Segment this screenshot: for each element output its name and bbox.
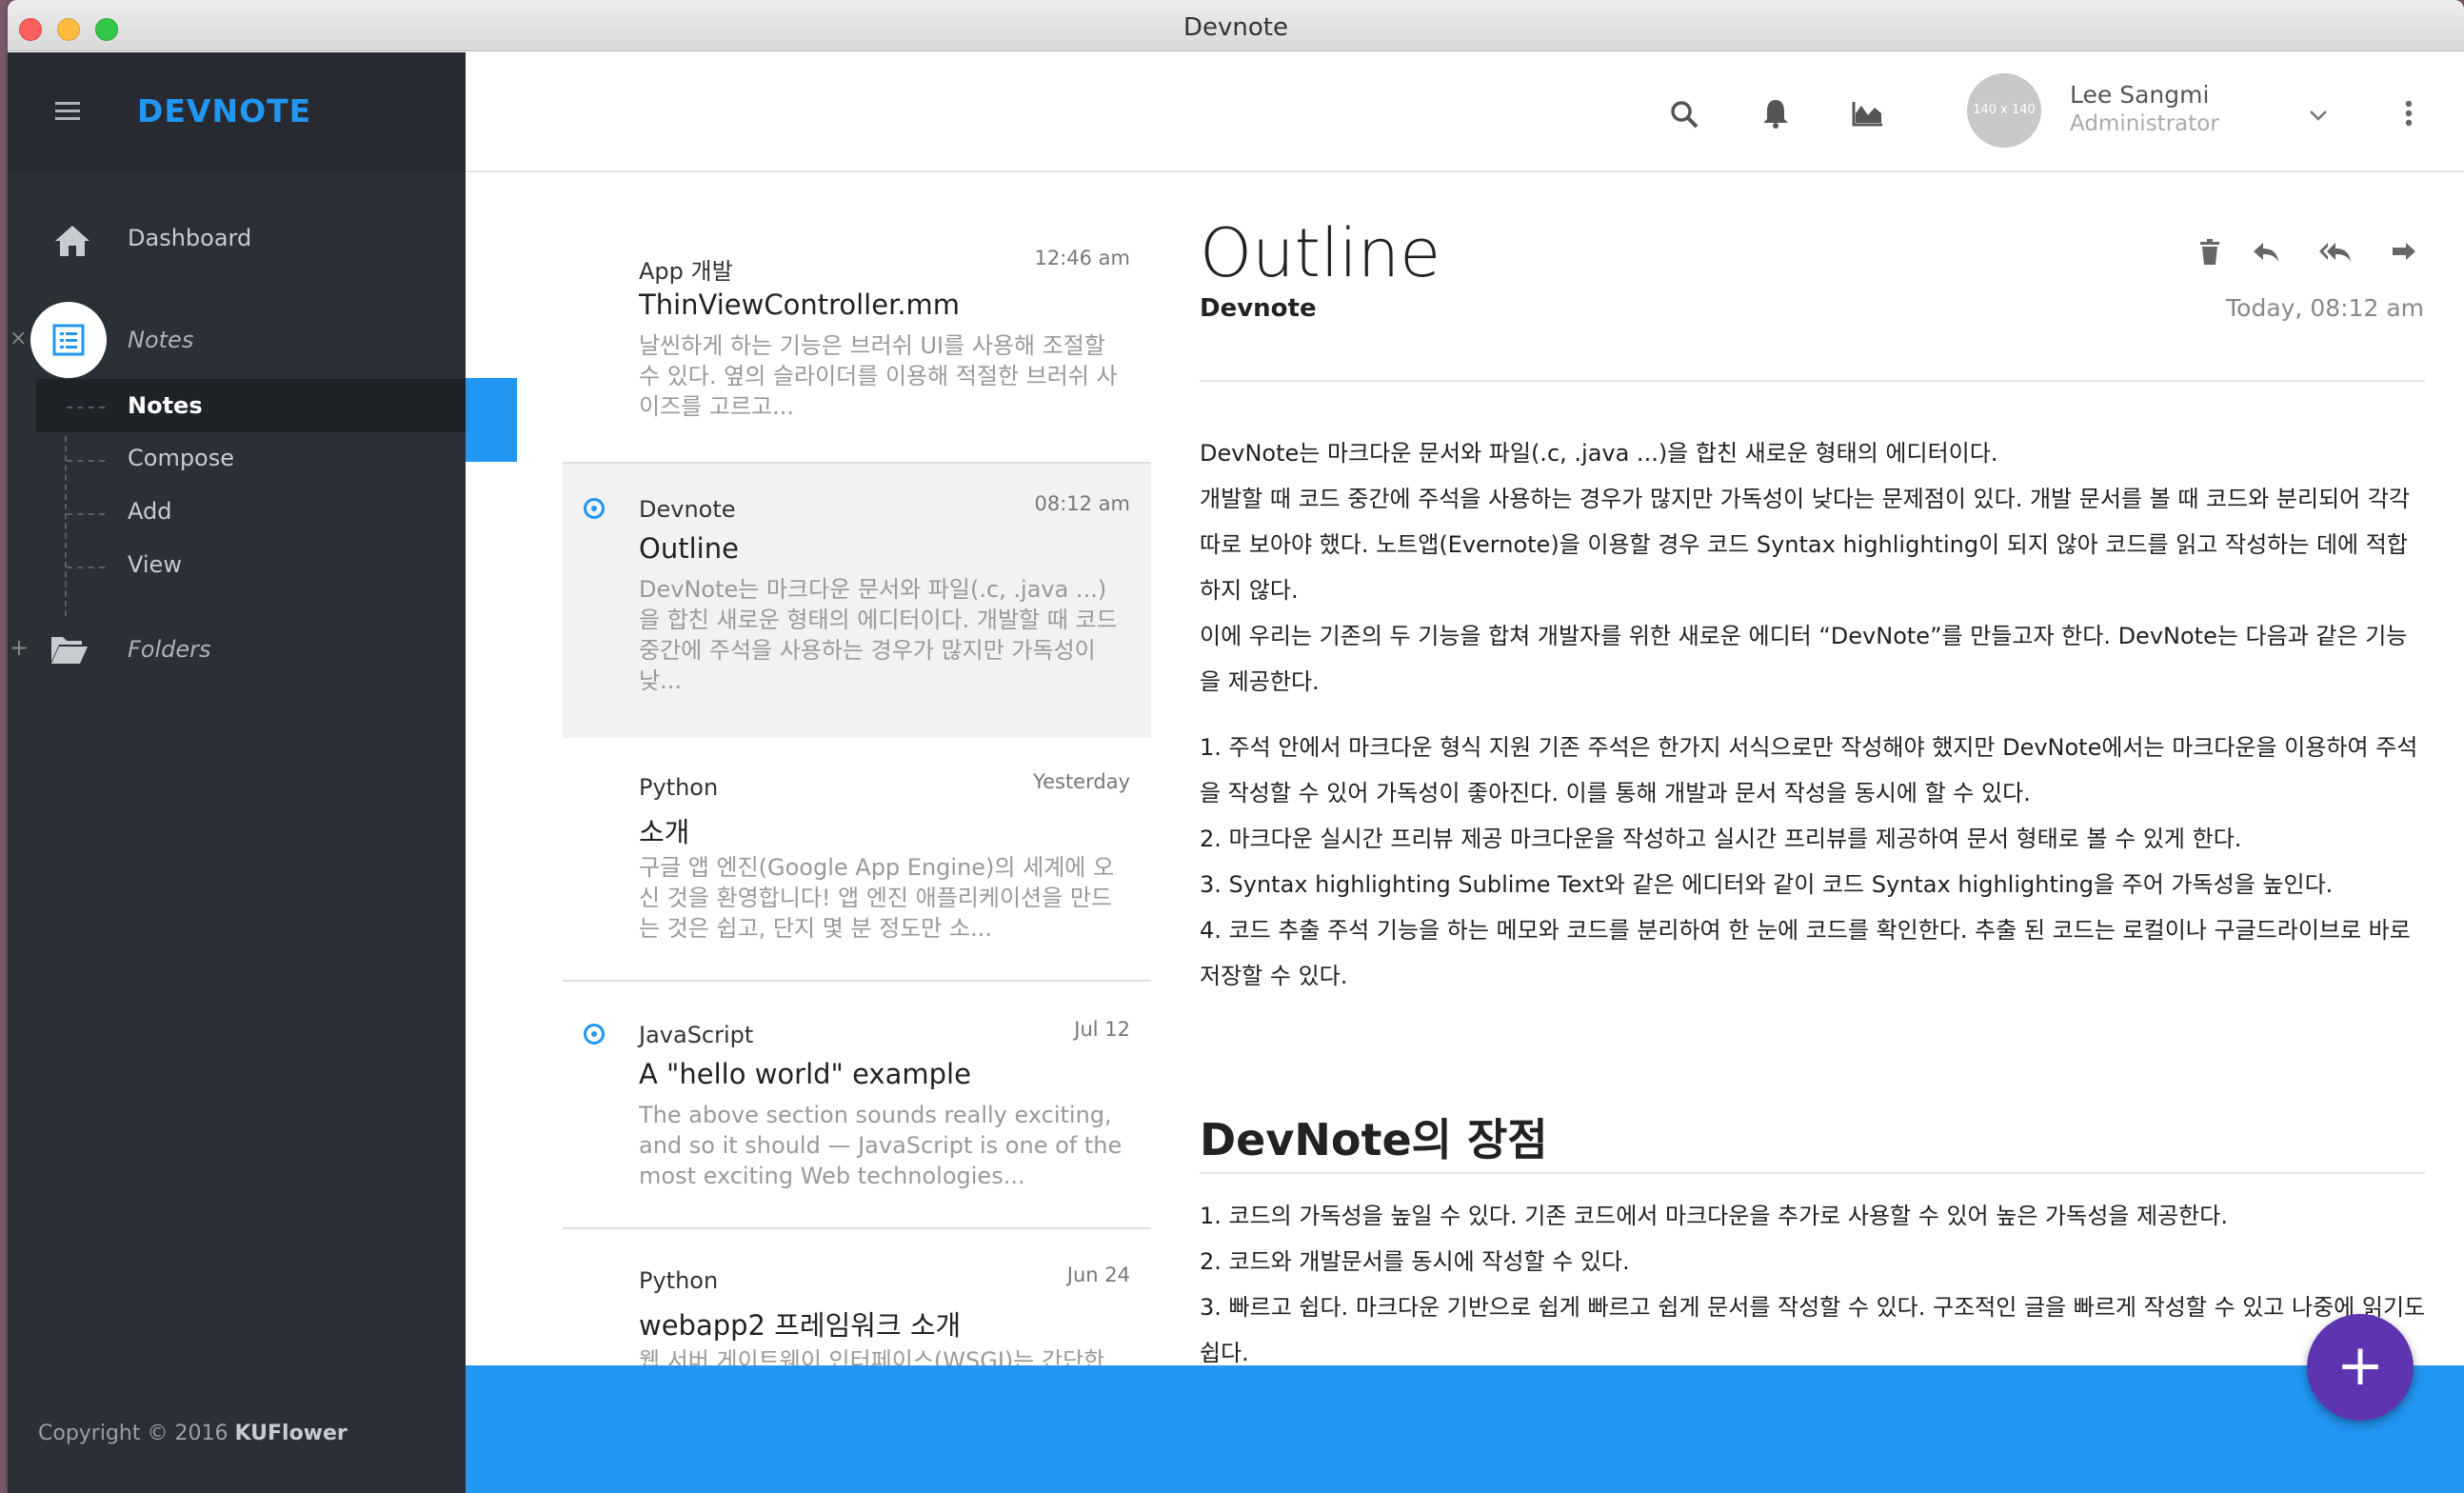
feature-item: 2. 마크다운 실시간 프리뷰 제공 마크다운을 작성하고 실시간 프리뷰를 제… [1200,826,2242,852]
sidebar-group-notes[interactable]: Notes [128,327,193,353]
divider [563,980,1151,982]
sidebar-subitem-view[interactable]: View [128,551,182,578]
area-chart-icon[interactable] [1852,100,1884,127]
chevron-down-icon[interactable] [2309,109,2328,121]
list-item-selected[interactable]: Devnote 08:12 am Outline DevNote는 마크다운 문… [563,464,1151,738]
note-time: 12:46 am [1034,247,1130,269]
tree-branch [67,460,105,462]
sidebar-group-folders[interactable]: Folders [128,636,211,663]
divider [1200,380,2425,382]
feature-item: 3. Syntax highlighting Sublime Text와 같은 … [1200,871,2334,898]
sidebar-subitem-compose[interactable]: Compose [128,445,234,471]
note-summary: 날씬하게 하는 기능은 브러쉬 UI를 사용해 조절할 수 있다. 옆의 슬라이… [639,332,1118,420]
note-summary: The above section sounds really exciting… [639,1102,1123,1189]
tree-branch [67,513,105,515]
top-bar: 140 x 140 Lee Sangmi Administrator [466,52,2464,172]
bottom-bar [466,1365,2464,1493]
note-date: Today, 08:12 am [2226,294,2424,322]
note-time: Jun 24 [1066,1264,1130,1286]
note-detail: Outline Devnote Today, 08:12 am DevNote는… [1151,172,2464,1365]
feature-item: 4. 코드 추출 주석 기능을 하는 메모와 코드를 분리하여 한 눈에 코드를… [1200,917,2411,989]
note-title: webapp2 프레임워크 소개 [639,1309,962,1342]
note-category: App 개발 [639,258,733,285]
sidebar: DEVNOTE Dashboard × Notes Notes Compose … [8,52,466,1493]
reply-all-icon[interactable] [2318,241,2353,264]
advantage-item: 1. 코드의 가독성을 높일 수 있다. 기존 코드에서 마크다운을 추가로 사… [1200,1203,2228,1229]
collapse-marker[interactable]: × [10,327,27,350]
note-time: 08:12 am [1034,492,1130,515]
title-bar: Devnote [8,0,2464,51]
note-summary: 웹 서버 게이트웨이 인터페이스(WSGI)는 간단한 [639,1347,1105,1365]
search-icon[interactable] [1670,100,1699,129]
tree-branch [67,567,105,568]
copyright-text: Copyright © 2016 [38,1422,235,1445]
window-title: Devnote [1183,13,1288,42]
note-summary: DevNote는 마크다운 문서와 파일(.c, .java ...)을 합친 … [639,576,1118,694]
advantage-item: 3. 빠르고 쉽다. 마크다운 기반으로 쉽게 빠르고 쉽게 문서를 작성할 수… [1200,1294,2426,1365]
trash-icon[interactable] [2199,239,2220,266]
note-category: JavaScript [639,1022,754,1048]
hamburger-menu-icon[interactable] [55,102,80,121]
note-summary: 구글 앱 엔진(Google App Engine)의 세계에 오신 것을 환영… [639,854,1115,942]
expand-marker[interactable]: + [10,634,29,661]
app-window: Devnote DEVNOTE Dashboard × Notes Notes … [8,0,2464,1493]
sidebar-subitem-add[interactable]: Add [128,498,171,525]
marked-dot-icon [584,498,605,519]
page-title: Outline [1200,214,1441,292]
list-item[interactable]: App 개발 12:46 am ThinViewController.mm 날씬… [563,172,1151,465]
forward-icon[interactable] [2391,241,2417,264]
problem-paragraph: 개발할 때 코드 중간에 주석을 사용하는 경우가 많지만 가독성이 낮다는 문… [1200,486,2411,604]
sidebar-header: DEVNOTE [8,52,466,172]
note-title: Outline [639,532,739,565]
note-list: App 개발 12:46 am ThinViewController.mm 날씬… [466,172,1151,1365]
sidebar-subitem-notes[interactable]: Notes [128,392,203,419]
feature-item: 1. 주석 안에서 마크다운 형식 지원 기존 주석은 한가지 서식으로만 작성… [1200,734,2418,806]
folder-open-icon [51,637,88,664]
sidebar-item-label: Dashboard [128,225,252,251]
note-title: A "hello world" example [639,1058,971,1090]
list-indicator-tab [466,378,517,462]
intro-paragraph: DevNote는 마크다운 문서와 파일(.c, .java ...)을 합친 … [1200,440,1998,467]
copyright-brand: KUFlower [234,1422,348,1445]
home-icon [55,226,89,256]
add-note-fab-button[interactable]: + [2307,1314,2414,1421]
goal-paragraph: 이에 우리는 기존의 두 기능을 합쳐 개발자를 위한 새로운 에디터 “Dev… [1200,623,2408,695]
list-item[interactable]: Python Yesterday 소개 구글 앱 엔진(Google App E… [563,738,1151,984]
section-heading: DevNote의 장점 [1200,1114,1548,1165]
advantage-item: 2. 코드와 개발문서를 동시에 작성할 수 있다. [1200,1248,1630,1275]
brand-logo[interactable]: DEVNOTE [137,92,311,129]
note-time: Jul 12 [1074,1018,1130,1041]
note-title: ThinViewController.mm [639,289,961,321]
list-item[interactable]: JavaScript Jul 12 A "hello world" exampl… [563,984,1151,1229]
user-name[interactable]: Lee Sangmi [2070,81,2209,109]
notes-list-icon [52,324,85,356]
note-category: Python [639,1267,719,1294]
user-avatar[interactable]: 140 x 140 [1967,73,2041,148]
tree-branch [67,407,105,408]
sidebar-active-row [36,379,466,432]
divider [1200,1172,2425,1174]
notes-group-icon-circle[interactable] [30,302,107,378]
bell-icon[interactable] [1761,98,1790,129]
note-title: 소개 [639,816,690,848]
note-category: Devnote [639,496,736,523]
list-item[interactable]: Python Jun 24 webapp2 프레임워크 소개 웹 서버 게이트웨… [563,1229,1151,1365]
note-folder-label: Devnote [1200,294,1317,323]
user-role: Administrator [2070,111,2219,136]
note-category: Python [639,774,719,801]
reply-icon[interactable] [2252,241,2280,264]
more-vert-icon[interactable] [2404,100,2414,127]
copyright-footer: Copyright © 2016 KUFlower [38,1422,348,1445]
note-time: Yesterday [1033,770,1130,793]
marked-dot-icon [584,1024,605,1045]
